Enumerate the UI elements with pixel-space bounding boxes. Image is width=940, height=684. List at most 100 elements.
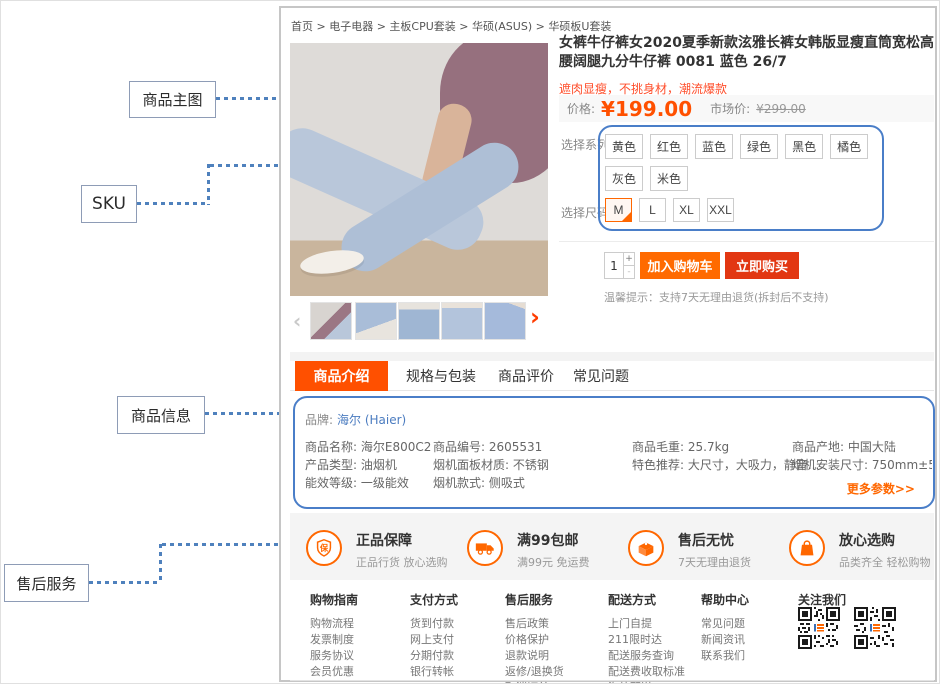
service-subtitle: 7天无理由退货 <box>678 554 751 570</box>
footer-column-help: 帮助中心 常见问题 新闻资讯 联系我们 <box>701 591 749 664</box>
thumbnail[interactable] <box>310 302 352 340</box>
truck-icon <box>467 530 503 566</box>
shield-badge-icon: 保 <box>306 530 342 566</box>
footer-link[interactable]: 退款说明 <box>505 648 564 664</box>
more-params-link[interactable]: 更多参数>> <box>847 480 915 497</box>
tab-bar: 商品介绍 规格与包装 商品评价 常见问题 <box>290 361 934 391</box>
qr-code <box>854 607 896 649</box>
quantity-plus-icon[interactable]: + <box>624 253 634 265</box>
aftersale-box-icon <box>628 530 664 566</box>
quantity-minus-icon[interactable]: - <box>624 265 634 278</box>
info-cell: 商品毛重: 25.7kg <box>632 438 729 455</box>
tab-reviews[interactable]: 商品评价 <box>498 361 554 391</box>
footer-link[interactable]: 配送费收取标准 <box>608 664 685 680</box>
info-cell: 商品编号: 2605531 <box>433 438 542 455</box>
info-cell: 产品类型: 油烟机 <box>305 456 397 473</box>
annotation-text: SKU <box>92 194 126 214</box>
annotation-arrow-line <box>162 543 291 546</box>
price-label: 价格: <box>567 100 595 117</box>
service-item-aftersale: 售后无忧 7天无理由退货 <box>628 530 751 570</box>
price-value: ¥199.00 <box>601 97 692 121</box>
annotation-text: 商品主图 <box>142 89 202 110</box>
service-title: 放心选购 <box>839 530 931 550</box>
info-cell: 能效等级: 一级能效 <box>305 474 409 491</box>
footer-link[interactable]: 配送服务查询 <box>608 648 685 664</box>
quantity-stepper[interactable]: 1 + - <box>604 252 635 279</box>
footer-column-aftersale: 售后服务 售后政策 价格保护 退款说明 返修/退换货 取消订单 <box>505 591 564 684</box>
annotation-service-label: 售后服务 <box>4 564 89 602</box>
info-cell: 烟机面板材质: 不锈钢 <box>433 456 549 473</box>
service-subtitle: 品类齐全 轻松购物 <box>839 554 931 570</box>
thumbnail[interactable] <box>484 302 526 340</box>
footer-heading: 帮助中心 <box>701 591 749 608</box>
footer-link[interactable]: 服务协议 <box>310 648 358 664</box>
annotation-arrow-line <box>159 544 162 584</box>
product-info-box: 品牌: 海尔 (Haier) 商品名称: 海尔E800C2 商品编号: 2605… <box>293 396 935 509</box>
footer-link[interactable]: 购物流程 <box>310 616 358 632</box>
service-item-authentic: 保 正品保障 正品行货 放心选购 <box>306 530 448 570</box>
market-price-label: 市场价: <box>710 100 750 117</box>
service-subtitle: 正品行货 放心选购 <box>356 554 448 570</box>
svg-text:保: 保 <box>319 543 329 553</box>
section-gap <box>290 352 934 361</box>
footer-link[interactable]: 会员优惠 <box>310 664 358 680</box>
footer-link[interactable]: 售后政策 <box>505 616 564 632</box>
add-to-cart-button[interactable]: 加入购物车 <box>640 252 720 279</box>
service-item-easy-shopping: 放心选购 品类齐全 轻松购物 <box>789 530 931 570</box>
footer-link[interactable]: 货到付款 <box>410 616 458 632</box>
footer-column-delivery: 配送方式 上门自提 211限时达 配送服务查询 配送费收取标准 海外配送 <box>608 591 685 684</box>
footer-link[interactable]: 211限时达 <box>608 632 685 648</box>
footer-link[interactable]: 分期付款 <box>410 648 458 664</box>
footer-link[interactable]: 银行转帐 <box>410 664 458 680</box>
info-cell: 烟机款式: 侧吸式 <box>433 474 525 491</box>
service-title: 满99包邮 <box>517 530 590 550</box>
footer-link[interactable]: 新闻资讯 <box>701 632 749 648</box>
footer-link[interactable]: 返修/退换货 <box>505 664 564 680</box>
footer-heading: 购物指南 <box>310 591 358 608</box>
service-item-shipping: 满99包邮 满99元 免运费 <box>467 530 590 570</box>
footer-link[interactable]: 联系我们 <box>701 648 749 664</box>
quantity-value[interactable]: 1 <box>605 253 623 278</box>
tab-product-intro[interactable]: 商品介绍 <box>295 361 388 391</box>
service-guarantee-strip: 保 正品保障 正品行货 放心选购 满99包邮 满99元 免运费 <box>290 513 934 580</box>
market-price-value: ¥299.00 <box>756 102 806 116</box>
footer-column-shopping-guide: 购物指南 购物流程 发票制度 服务协议 会员优惠 <box>310 591 358 680</box>
footer-heading: 支付方式 <box>410 591 458 608</box>
annotation-text: 商品信息 <box>131 405 191 426</box>
footer-link[interactable]: 网上支付 <box>410 632 458 648</box>
product-page-panel: 首页 > 电子电器 > 主板CPU套装 > 华硕(ASUS) > 华硕板U套装 … <box>279 6 937 682</box>
product-title: 女裤牛仔裤女2020夏季新款泫雅长裤女韩版显瘦直筒宽松高腰阔腿九分牛仔裤 008… <box>559 34 940 72</box>
annotation-arrow-line <box>137 202 209 205</box>
thumbs-prev-icon[interactable]: ‹ <box>293 302 301 340</box>
qr-code <box>798 607 840 649</box>
footer-heading: 配送方式 <box>608 591 685 608</box>
footer-link[interactable]: 上门自提 <box>608 616 685 632</box>
footer-divider <box>290 680 934 681</box>
tab-spec-package[interactable]: 规格与包装 <box>406 361 476 391</box>
thumbnail[interactable] <box>398 302 440 340</box>
thumbs-next-icon[interactable]: › <box>530 298 540 336</box>
breadcrumb[interactable]: 首页 > 电子电器 > 主板CPU套装 > 华硕(ASUS) > 华硕板U套装 <box>291 18 611 34</box>
thumbnail-strip: ‹ › <box>290 300 548 342</box>
info-cell: 烟机安装尺寸: 750mm±50mm (烟... <box>792 456 932 473</box>
service-title: 正品保障 <box>356 530 448 550</box>
photo-slipper-shape <box>299 247 365 278</box>
brand-label: 品牌: <box>305 411 333 428</box>
tab-faq[interactable]: 常见问题 <box>573 361 629 391</box>
stepper-buttons: + - <box>623 253 634 278</box>
sku-highlight-box <box>598 125 884 231</box>
thumbnail[interactable] <box>441 302 483 340</box>
annotation-text: 售后服务 <box>16 573 76 594</box>
price-bar: 价格: ¥199.00 市场价: ¥299.00 <box>559 95 934 122</box>
footer-column-follow-us: 关注我们 <box>798 591 846 608</box>
footer-link[interactable]: 价格保护 <box>505 632 564 648</box>
product-main-image[interactable] <box>290 43 548 296</box>
footer-link[interactable]: 常见问题 <box>701 616 749 632</box>
footer-link[interactable]: 发票制度 <box>310 632 358 648</box>
service-title: 售后无忧 <box>678 530 751 550</box>
thumbnail[interactable] <box>355 302 397 340</box>
buy-now-button[interactable]: 立即购买 <box>725 252 799 279</box>
shopping-bag-icon <box>789 530 825 566</box>
brand-link[interactable]: 海尔 (Haier) <box>337 411 406 428</box>
annotation-info-label: 商品信息 <box>117 396 205 434</box>
